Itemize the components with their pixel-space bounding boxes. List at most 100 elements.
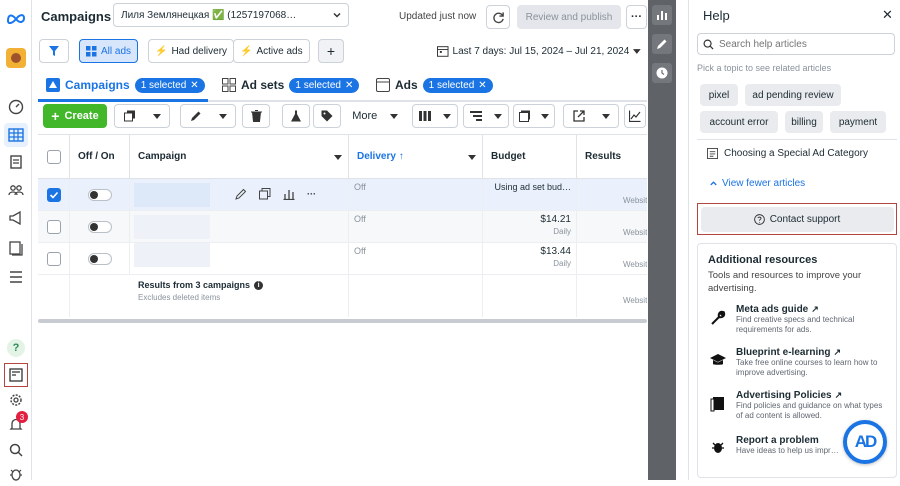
- table-row[interactable]: Off $14.21 Daily Websit: [38, 211, 647, 243]
- campaign-toggle[interactable]: [88, 220, 112, 233]
- more-options-button[interactable]: ···: [626, 5, 647, 29]
- caret-down-icon[interactable]: [468, 153, 476, 161]
- reports-icon[interactable]: [4, 363, 28, 387]
- resource-title: Advertising Policies: [736, 390, 832, 401]
- tab-ads[interactable]: Ads 1 selected ✕: [376, 70, 493, 100]
- table-icon[interactable]: [4, 123, 28, 147]
- select-all-checkbox[interactable]: [46, 149, 61, 164]
- campaign-name-cell[interactable]: [130, 211, 349, 242]
- table-row[interactable]: Off $13.44 Daily Websit: [38, 243, 647, 275]
- edit-button[interactable]: [180, 104, 236, 128]
- close-icon[interactable]: ✕: [478, 80, 486, 91]
- resource-title: Report a problem: [736, 435, 819, 446]
- budget-value: Using ad set bud…: [494, 182, 571, 192]
- all-ads-filter[interactable]: All ads: [79, 39, 139, 63]
- settings-gear-icon[interactable]: [4, 388, 28, 412]
- history-tool-button[interactable]: [652, 63, 672, 83]
- reports-button[interactable]: [513, 104, 555, 128]
- topic-chip-payment[interactable]: payment: [830, 111, 886, 133]
- bug-icon[interactable]: [4, 462, 28, 486]
- info-icon[interactable]: i: [254, 280, 264, 290]
- off-on-header[interactable]: Off / On: [70, 135, 130, 179]
- ab-test-button[interactable]: [282, 104, 310, 128]
- audience-icon[interactable]: [4, 178, 28, 202]
- view-fewer-link[interactable]: View fewer articles: [709, 178, 805, 189]
- contact-support-button[interactable]: Contact support: [700, 206, 894, 232]
- row-checkbox[interactable]: [46, 251, 61, 266]
- tab-ad-sets[interactable]: Ad sets 1 selected ✕: [222, 70, 360, 100]
- tag-button[interactable]: [313, 104, 341, 128]
- date-range-selector[interactable]: Last 7 days: Jul 15, 2024 – Jul 21, 2024: [437, 39, 647, 63]
- campaign-name-cell[interactable]: [130, 243, 349, 274]
- active-ads-filter[interactable]: ⚡ Active ads: [233, 39, 310, 63]
- ads-selected-pill[interactable]: 1 selected ✕: [422, 77, 493, 93]
- close-icon[interactable]: ✕: [345, 80, 353, 91]
- search-icon[interactable]: [4, 438, 28, 462]
- add-filter-button[interactable]: +: [318, 39, 344, 63]
- ad-sets-selected-pill[interactable]: 1 selected ✕: [289, 77, 360, 93]
- gauge-icon[interactable]: [4, 95, 28, 119]
- review-publish-button[interactable]: Review and publish: [517, 5, 621, 29]
- campaigns-selected-pill[interactable]: 1 selected ✕: [134, 77, 205, 93]
- edit-tool-button[interactable]: [652, 34, 672, 54]
- toggle-cell: [70, 211, 130, 242]
- had-delivery-filter[interactable]: ⚡ Had delivery: [148, 39, 235, 63]
- row-checkbox[interactable]: [46, 219, 61, 234]
- topic-chip-account-error[interactable]: account error: [700, 111, 778, 133]
- close-help-button[interactable]: ✕: [882, 7, 893, 23]
- help-icon[interactable]: ?: [4, 336, 28, 360]
- columns-button[interactable]: [412, 104, 458, 128]
- account-selector[interactable]: Лиля Землянецкая ✅ (1257197068…: [113, 3, 349, 27]
- pages-icon[interactable]: [4, 150, 28, 174]
- active-ads-label: Active ads: [256, 45, 303, 57]
- delivery-cell: Off: [349, 243, 483, 274]
- tab-campaigns[interactable]: Campaigns 1 selected ✕: [46, 70, 205, 100]
- menu-icon[interactable]: [4, 265, 28, 289]
- resource-blueprint[interactable]: Blueprint e-learning ↗ Take free online c…: [708, 347, 888, 378]
- row-checkbox[interactable]: [46, 187, 61, 202]
- more-menu-button[interactable]: More: [346, 104, 404, 128]
- resource-meta-ads-guide[interactable]: Meta ads guide ↗ Find creative specs and …: [708, 304, 888, 335]
- account-name: Лиля Землянецкая ✅ (1257197068…: [121, 9, 297, 21]
- create-button[interactable]: + Create: [43, 104, 107, 128]
- filter-button[interactable]: [39, 39, 69, 63]
- meta-logo-icon[interactable]: [4, 6, 28, 30]
- more-dots-icon[interactable]: ···: [307, 189, 316, 199]
- export-button[interactable]: [563, 104, 619, 128]
- megaphone-icon[interactable]: [4, 206, 28, 230]
- bar-chart-icon[interactable]: [283, 188, 295, 200]
- caret-down-icon[interactable]: [334, 153, 342, 161]
- campaign-header[interactable]: Campaign: [130, 135, 349, 179]
- refresh-button[interactable]: [486, 5, 510, 29]
- help-search-field[interactable]: [697, 33, 895, 55]
- caret-down-icon: [389, 114, 398, 119]
- horizontal-scrollbar[interactable]: [38, 319, 647, 323]
- pencil-icon[interactable]: [235, 188, 247, 200]
- close-icon[interactable]: ✕: [190, 80, 198, 91]
- campaign-toggle[interactable]: [88, 188, 112, 201]
- help-article-link[interactable]: Choosing a Special Ad Category: [707, 148, 868, 159]
- chart-tool-button[interactable]: [652, 5, 672, 25]
- assistant-badge[interactable]: AD: [843, 420, 887, 464]
- delivery-header[interactable]: Delivery ↑: [349, 135, 483, 179]
- delete-button[interactable]: [242, 104, 270, 128]
- results-header[interactable]: Results: [577, 135, 647, 179]
- notifications-bell-icon[interactable]: 3: [4, 411, 28, 437]
- campaign-name-cell[interactable]: ···: [130, 179, 349, 210]
- topic-chip-ad-pending-review[interactable]: ad pending review: [745, 84, 841, 106]
- budget-header[interactable]: Budget: [483, 135, 577, 179]
- table-row[interactable]: ··· Off Using ad set bud… Websit: [38, 179, 647, 211]
- campaign-toggle[interactable]: [88, 252, 112, 265]
- duplicate-button[interactable]: [114, 104, 170, 128]
- all-ads-label: All ads: [101, 45, 132, 57]
- breakdown-button[interactable]: [463, 104, 509, 128]
- topic-chip-billing[interactable]: billing: [785, 111, 823, 133]
- topic-chip-pixel[interactable]: pixel: [700, 84, 738, 106]
- resource-advertising-policies[interactable]: Advertising Policies ↗ Find policies and …: [708, 390, 888, 421]
- account-avatar[interactable]: [4, 46, 28, 70]
- help-search-input[interactable]: [719, 38, 889, 50]
- duplicate-icon[interactable]: [259, 188, 271, 200]
- charts-button[interactable]: [624, 104, 646, 128]
- budget-value: $14.21: [540, 214, 571, 225]
- billing-icon[interactable]: [4, 236, 28, 260]
